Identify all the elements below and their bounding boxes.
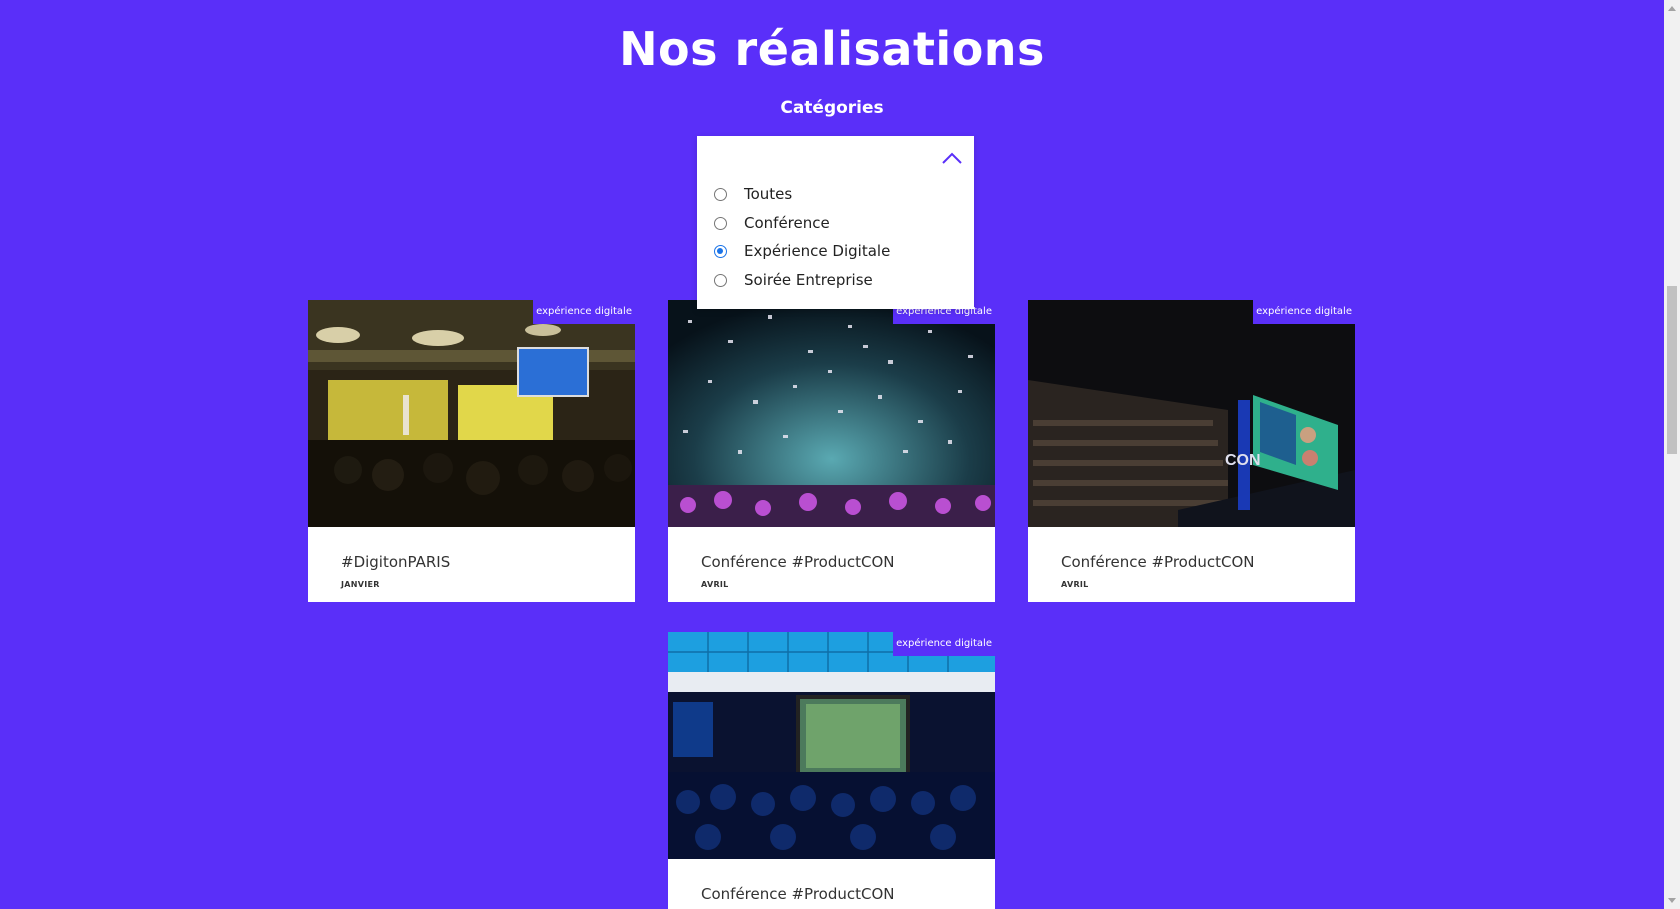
category-dropdown[interactable]: Toutes Conférence Expérience Digitale So…	[697, 136, 974, 309]
card-date: AVRIL	[1061, 580, 1089, 589]
radio-toutes[interactable]	[714, 187, 727, 201]
category-tag: expérience digitale	[893, 632, 995, 656]
card-date: AVRIL	[701, 580, 729, 589]
project-card[interactable]: expérience digitale Conférence #ProductC…	[668, 632, 995, 909]
categories-label: Catégories	[780, 98, 884, 118]
option-label: Toutes	[744, 185, 793, 203]
option-toutes[interactable]: Toutes	[714, 182, 792, 206]
option-soiree-entreprise[interactable]: Soirée Entreprise	[714, 268, 873, 292]
option-label: Soirée Entreprise	[744, 271, 873, 289]
scrollbar-thumb[interactable]	[1667, 286, 1677, 454]
option-label: Expérience Digitale	[744, 242, 891, 260]
card-title[interactable]: Conférence #ProductCON	[1061, 553, 1255, 571]
scroll-down-arrow-icon[interactable]	[1668, 898, 1676, 903]
project-image[interactable]	[668, 300, 995, 527]
chevron-up-icon[interactable]	[940, 150, 964, 166]
card-title[interactable]: Conférence #ProductCON	[701, 553, 895, 571]
project-card[interactable]: expérience digitale #DigitonPARIS JANVIE…	[308, 300, 635, 602]
option-label: Conférence	[744, 214, 830, 232]
radio-experience-digitale[interactable]	[714, 244, 727, 258]
project-card[interactable]: expérience digitale Conférence #ProductC…	[668, 300, 995, 602]
category-tag: expérience digitale	[1253, 300, 1355, 324]
svg-text:CON: CON	[1225, 452, 1261, 469]
project-image[interactable]	[668, 632, 995, 859]
page-title: Nos réalisations	[619, 22, 1045, 76]
option-conference[interactable]: Conférence	[714, 211, 830, 235]
radio-conference[interactable]	[714, 216, 727, 230]
card-title[interactable]: #DigitonPARIS	[341, 553, 450, 571]
radio-soiree-entreprise[interactable]	[714, 273, 727, 287]
card-date: JANVIER	[341, 580, 380, 589]
category-tag: expérience digitale	[533, 300, 635, 324]
scroll-up-arrow-icon[interactable]	[1668, 6, 1676, 11]
scrollbar[interactable]	[1664, 0, 1680, 909]
card-title[interactable]: Conférence #ProductCON	[701, 885, 895, 903]
project-image[interactable]	[308, 300, 635, 527]
option-experience-digitale[interactable]: Expérience Digitale	[714, 239, 890, 263]
project-image[interactable]: CON	[1028, 300, 1355, 527]
project-card[interactable]: CON expérience digitale Conférence #Prod…	[1028, 300, 1355, 602]
